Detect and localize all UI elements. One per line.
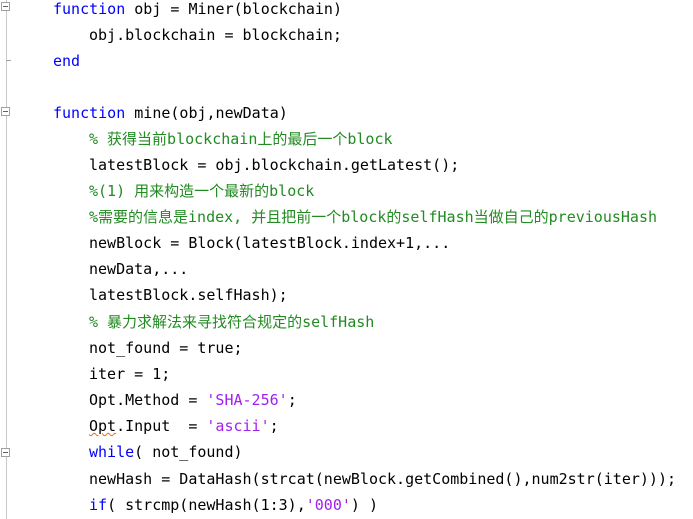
fold-collapse-icon[interactable] — [1, 107, 10, 116]
fold-end-marker-icon — [6, 60, 11, 61]
code-token: iter = 1; — [89, 365, 171, 383]
string-token: 'SHA-256' — [206, 391, 288, 409]
keyword-token: function — [53, 104, 126, 122]
code-line[interactable]: % 暴力求解法来寻找符合规定的selfHash — [89, 309, 374, 335]
code-token: mine(obj,newData) — [125, 104, 288, 122]
comment-token: % 获得当前blockchain上的最后一个block — [89, 130, 393, 148]
fold-collapse-icon[interactable] — [1, 448, 10, 457]
code-token: newData,... — [89, 260, 189, 278]
keyword-token: if — [89, 496, 108, 514]
code-token: latestBlock = obj.blockchain.getLatest()… — [89, 156, 460, 174]
code-line[interactable]: newHash = DataHash(strcat(newBlock.getCo… — [89, 466, 676, 492]
code-token: obj = Miner(blockchain) — [125, 0, 342, 18]
code-line[interactable]: latestBlock.selfHash); — [89, 282, 288, 308]
code-line[interactable]: Opt.Method = 'SHA-256'; — [89, 387, 297, 413]
code-editor[interactable]: function obj = Miner(blockchain) obj.blo… — [0, 0, 693, 519]
code-line[interactable]: Opt.Input = 'ascii'; — [89, 413, 279, 439]
keyword-token: while — [89, 443, 135, 461]
code-token: ( not_found) — [134, 443, 243, 461]
code-token: ( strcmp(newHash(1:3), — [107, 496, 306, 514]
code-token: ; — [287, 391, 297, 409]
code-token: ; — [269, 417, 279, 435]
string-token: 'ascii' — [206, 417, 270, 435]
code-line[interactable]: latestBlock = obj.blockchain.getLatest()… — [89, 152, 459, 178]
code-line[interactable]: %(1) 用来构造一个最新的block — [89, 178, 314, 204]
code-token: newBlock = Block(latestBlock.index+1,... — [89, 234, 451, 252]
string-token: '000' — [305, 496, 351, 514]
keyword-token: function — [53, 0, 126, 18]
code-token: Opt.Method = — [89, 391, 207, 409]
code-token: not_found = true; — [89, 339, 243, 357]
code-line[interactable]: if( strcmp(newHash(1:3),'000') ) — [89, 492, 378, 518]
code-token: obj.blockchain = blockchain; — [89, 26, 342, 44]
code-line[interactable]: end — [53, 48, 80, 74]
code-line[interactable]: while( not_found) — [89, 439, 243, 465]
code-line[interactable]: not_found = true; — [89, 335, 243, 361]
comment-token: %需要的信息是index, 并且把前一个block的selfHash当做自己的p… — [89, 208, 658, 226]
code-token: ) ) — [350, 496, 378, 514]
code-line[interactable]: function mine(obj,newData) — [53, 100, 288, 126]
fold-collapse-icon[interactable] — [1, 2, 10, 11]
comment-token: %(1) 用来构造一个最新的block — [89, 182, 315, 200]
warning-token: Opt — [89, 417, 117, 435]
code-line[interactable]: obj.blockchain = blockchain; — [89, 22, 342, 48]
code-line[interactable]: newData,... — [89, 256, 188, 282]
code-line[interactable]: function obj = Miner(blockchain) — [53, 0, 342, 22]
code-line[interactable]: %需要的信息是index, 并且把前一个block的selfHash当做自己的p… — [89, 204, 657, 230]
keyword-token: end — [53, 52, 81, 70]
fold-gutter — [0, 0, 14, 519]
comment-token: % 暴力求解法来寻找符合规定的selfHash — [89, 313, 375, 331]
code-line[interactable]: newBlock = Block(latestBlock.index+1,... — [89, 230, 450, 256]
code-token: latestBlock.selfHash); — [89, 286, 288, 304]
code-token: .Input = — [116, 417, 207, 435]
fold-guide-line — [6, 0, 7, 519]
code-line[interactable]: % 获得当前blockchain上的最后一个block — [89, 126, 393, 152]
code-token: newHash = DataHash(strcat(newBlock.getCo… — [89, 470, 676, 488]
code-line[interactable]: iter = 1; — [89, 361, 170, 387]
